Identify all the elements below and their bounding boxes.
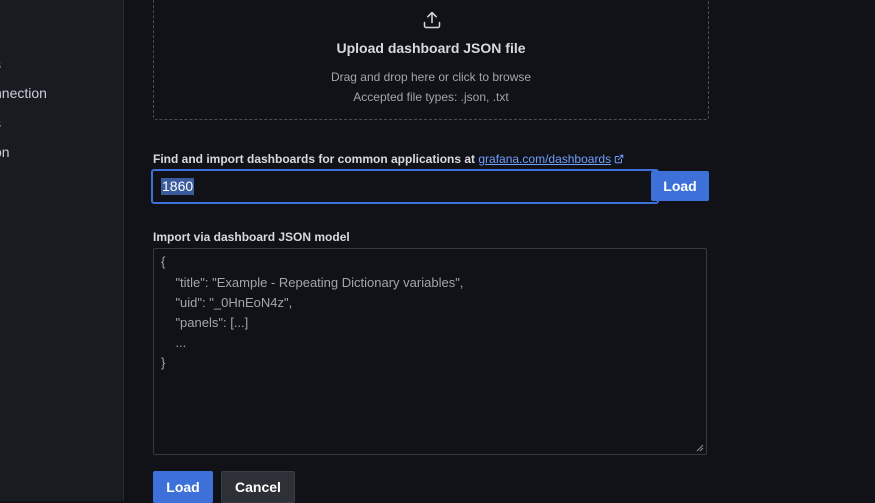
sidebar-item-1[interactable]: s <box>0 56 1 72</box>
upload-dropzone[interactable]: Upload dashboard JSON file Drag and drop… <box>153 0 709 120</box>
external-link-icon[interactable] <box>614 154 624 164</box>
import-dashboard-main: Upload dashboard JSON file Drag and drop… <box>124 0 875 503</box>
json-line: "title": "Example - Repeating Dictionary… <box>161 275 464 290</box>
json-line: { <box>161 254 166 269</box>
find-dashboards-label: Find and import dashboards for common ap… <box>153 152 624 166</box>
sidebar-item-connections[interactable]: nnection <box>0 85 47 101</box>
find-dashboards-text: Find and import dashboards for common ap… <box>153 152 479 166</box>
json-model-textarea[interactable]: { "title": "Example - Repeating Dictiona… <box>153 248 707 455</box>
resize-grip-icon[interactable] <box>696 444 704 452</box>
upload-title: Upload dashboard JSON file <box>336 40 526 56</box>
json-line: } <box>161 355 166 370</box>
json-line: "panels": [...] <box>161 315 249 330</box>
load-dashboard-id-button[interactable]: Load <box>651 171 709 201</box>
grafana-dashboards-link[interactable]: grafana.com/dashboards <box>478 152 611 166</box>
dashboard-id-input[interactable] <box>151 169 659 204</box>
sidebar: s nnection s on <box>0 0 124 501</box>
sidebar-item-3[interactable]: s <box>0 115 1 131</box>
upload-accepted-types: Accepted file types: .json, .txt <box>353 90 509 104</box>
sidebar-item-4[interactable]: on <box>0 144 10 160</box>
json-line: "uid": "_0HnEoN4z", <box>161 295 293 310</box>
load-button[interactable]: Load <box>153 471 213 503</box>
json-model-label: Import via dashboard JSON model <box>153 230 350 244</box>
upload-icon <box>423 11 441 29</box>
json-line: ... <box>161 335 187 350</box>
cancel-button[interactable]: Cancel <box>221 471 295 503</box>
upload-hint: Drag and drop here or click to browse <box>330 70 532 84</box>
